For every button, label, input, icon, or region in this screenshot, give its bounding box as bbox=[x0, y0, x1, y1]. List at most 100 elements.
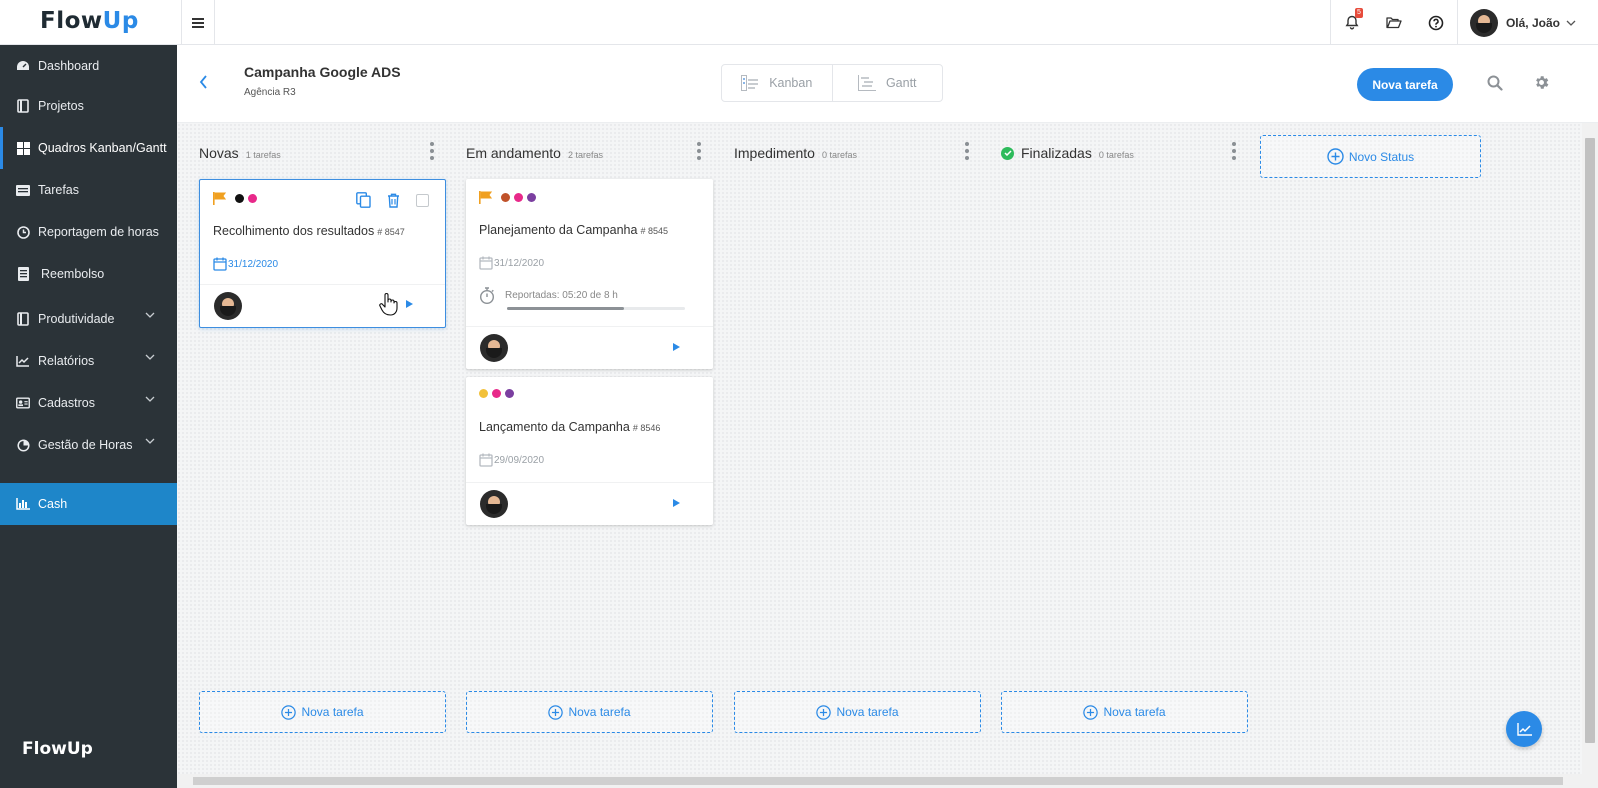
column-menu-button[interactable] bbox=[429, 142, 435, 160]
add-task-button-impedimento[interactable]: Nova tarefa bbox=[734, 691, 981, 733]
reports-fab-button[interactable] bbox=[1506, 711, 1542, 747]
clock-icon bbox=[16, 225, 30, 239]
plus-circle-icon bbox=[1083, 704, 1099, 720]
sidebar-item-label: Reportagem de horas bbox=[38, 225, 159, 239]
check-circle-icon bbox=[1001, 146, 1014, 160]
project-title: Campanha Google ADS bbox=[244, 64, 401, 80]
copy-icon[interactable] bbox=[356, 192, 371, 208]
card-tags bbox=[479, 389, 518, 398]
tag-dot bbox=[248, 194, 257, 203]
chart-line-icon bbox=[16, 354, 30, 368]
card-due-date: 29/09/2020 bbox=[479, 453, 544, 467]
tasks-icon bbox=[16, 183, 30, 197]
add-task-button-em-andamento[interactable]: Nova tarefa bbox=[466, 691, 713, 733]
menu-toggle-button[interactable] bbox=[181, 0, 215, 45]
hand-cursor-icon bbox=[379, 293, 398, 316]
trend-chart-icon bbox=[1516, 722, 1532, 736]
sidebar-item-label: Cash bbox=[38, 497, 68, 511]
column-menu-button[interactable] bbox=[1231, 142, 1237, 160]
folders-button[interactable] bbox=[1373, 0, 1415, 45]
notifications-button[interactable]: 5 bbox=[1331, 0, 1373, 45]
plus-circle-icon bbox=[1327, 148, 1344, 165]
tag-dot bbox=[479, 389, 488, 398]
sidebar-item-projetos[interactable]: Projetos bbox=[0, 85, 177, 127]
column-header-impedimento: Impedimento 0 tarefas bbox=[734, 143, 857, 163]
search-button[interactable] bbox=[1487, 75, 1503, 94]
plus-circle-icon bbox=[816, 704, 832, 720]
tag-dot bbox=[527, 193, 536, 202]
hours-progress-bar bbox=[507, 307, 685, 310]
sidebar-item-cash[interactable]: Cash bbox=[0, 483, 177, 525]
column-count: 2 tarefas bbox=[567, 149, 603, 160]
sidebar-footer-logo: FlowUp bbox=[22, 739, 93, 759]
help-button[interactable] bbox=[1415, 0, 1457, 45]
task-card-8546[interactable]: Lançamento da Campanha # 8546 29/09/2020 bbox=[466, 377, 713, 525]
tag-dot bbox=[235, 194, 244, 203]
view-gantt-button[interactable]: Gantt bbox=[831, 65, 943, 101]
view-kanban-button[interactable]: Kanban bbox=[722, 65, 832, 101]
settings-button[interactable] bbox=[1533, 74, 1550, 94]
view-gantt-label: Gantt bbox=[885, 76, 917, 90]
main-content: Campanha Google ADS Agência R3 Kanban Ga… bbox=[177, 45, 1598, 788]
reported-hours-text: Reportadas: 05:20 de 8 h bbox=[505, 290, 618, 301]
sidebar-item-produtividade[interactable]: Produtividade bbox=[0, 298, 177, 340]
chevron-down-icon bbox=[145, 396, 155, 402]
task-card-8547[interactable]: Recolhimento dos resultados # 8547 31/12/… bbox=[199, 179, 446, 328]
play-timer-button[interactable] bbox=[406, 300, 413, 308]
sidebar-item-label: Tarefas bbox=[38, 183, 79, 197]
hamburger-icon bbox=[192, 17, 204, 28]
column-title: Finalizadas bbox=[1021, 145, 1092, 161]
tag-dot bbox=[492, 389, 501, 398]
sidebar-item-relatorios[interactable]: Relatórios bbox=[0, 340, 177, 382]
sidebar-item-label: Dashboard bbox=[38, 59, 100, 73]
tag-dot bbox=[514, 193, 523, 202]
play-timer-button[interactable] bbox=[673, 343, 680, 351]
new-status-button[interactable]: Novo Status bbox=[1260, 135, 1481, 178]
timer-icon bbox=[16, 438, 30, 452]
id-card-icon bbox=[16, 396, 30, 410]
sidebar-item-dashboard[interactable]: Dashboard bbox=[0, 45, 177, 87]
add-task-label: Nova tarefa bbox=[301, 705, 364, 719]
vertical-scrollbar[interactable] bbox=[1582, 123, 1598, 788]
app-logo[interactable]: FlowUp bbox=[40, 8, 139, 34]
sidebar-item-reportagem[interactable]: Reportagem de horas bbox=[0, 211, 177, 253]
add-task-button-novas[interactable]: Nova tarefa bbox=[199, 691, 446, 733]
sidebar-item-label: Cadastros bbox=[38, 396, 95, 410]
add-task-button-finalizadas[interactable]: Nova tarefa bbox=[1001, 691, 1248, 733]
card-title[interactable]: Lançamento da Campanha # 8546 bbox=[479, 420, 660, 434]
calendar-icon bbox=[479, 256, 493, 270]
project-header: Campanha Google ADS Agência R3 Kanban Ga… bbox=[177, 45, 1598, 123]
horizontal-scrollbar[interactable] bbox=[177, 774, 1582, 788]
task-card-8545[interactable]: Planejamento da Campanha # 8545 31/12/202… bbox=[466, 179, 713, 369]
column-title: Novas bbox=[199, 145, 239, 161]
play-timer-button[interactable] bbox=[673, 499, 680, 507]
user-greeting: Olá, João bbox=[1505, 15, 1560, 30]
column-menu-button[interactable] bbox=[696, 142, 702, 160]
sidebar-item-kanban[interactable]: Quadros Kanban/Gantt bbox=[0, 127, 177, 169]
user-menu[interactable]: Olá, João bbox=[1456, 0, 1598, 45]
sidebar-item-gestao-horas[interactable]: Gestão de Horas bbox=[0, 424, 177, 466]
calendar-icon bbox=[479, 453, 493, 467]
card-footer bbox=[200, 284, 445, 327]
card-title[interactable]: Recolhimento dos resultados # 8547 bbox=[213, 224, 405, 238]
sidebar-item-label: Relatórios bbox=[38, 354, 95, 368]
column-count: 0 tarefas bbox=[1098, 149, 1134, 160]
sidebar-item-tarefas[interactable]: Tarefas bbox=[0, 169, 177, 211]
card-number: # 8545 bbox=[640, 226, 668, 236]
sidebar-item-label: Reembolso bbox=[41, 267, 105, 281]
column-title: Impedimento bbox=[734, 145, 815, 161]
sidebar-item-reembolso[interactable]: Reembolso bbox=[0, 253, 177, 295]
card-select-checkbox[interactable] bbox=[416, 193, 429, 207]
back-button[interactable] bbox=[199, 73, 208, 94]
card-title[interactable]: Planejamento da Campanha # 8545 bbox=[479, 223, 668, 237]
dashboard-icon bbox=[16, 59, 30, 73]
card-number: # 8546 bbox=[632, 423, 661, 433]
chevron-down-icon bbox=[145, 312, 155, 318]
column-menu-button[interactable] bbox=[964, 142, 970, 160]
sidebar-item-cadastros[interactable]: Cadastros bbox=[0, 382, 177, 424]
new-task-button[interactable]: Nova tarefa bbox=[1357, 68, 1453, 101]
top-bar: FlowUp 5 Olá, João bbox=[0, 0, 1598, 45]
chevron-down-icon bbox=[145, 354, 155, 360]
trash-icon[interactable] bbox=[387, 193, 400, 208]
stopwatch-icon bbox=[479, 287, 495, 305]
